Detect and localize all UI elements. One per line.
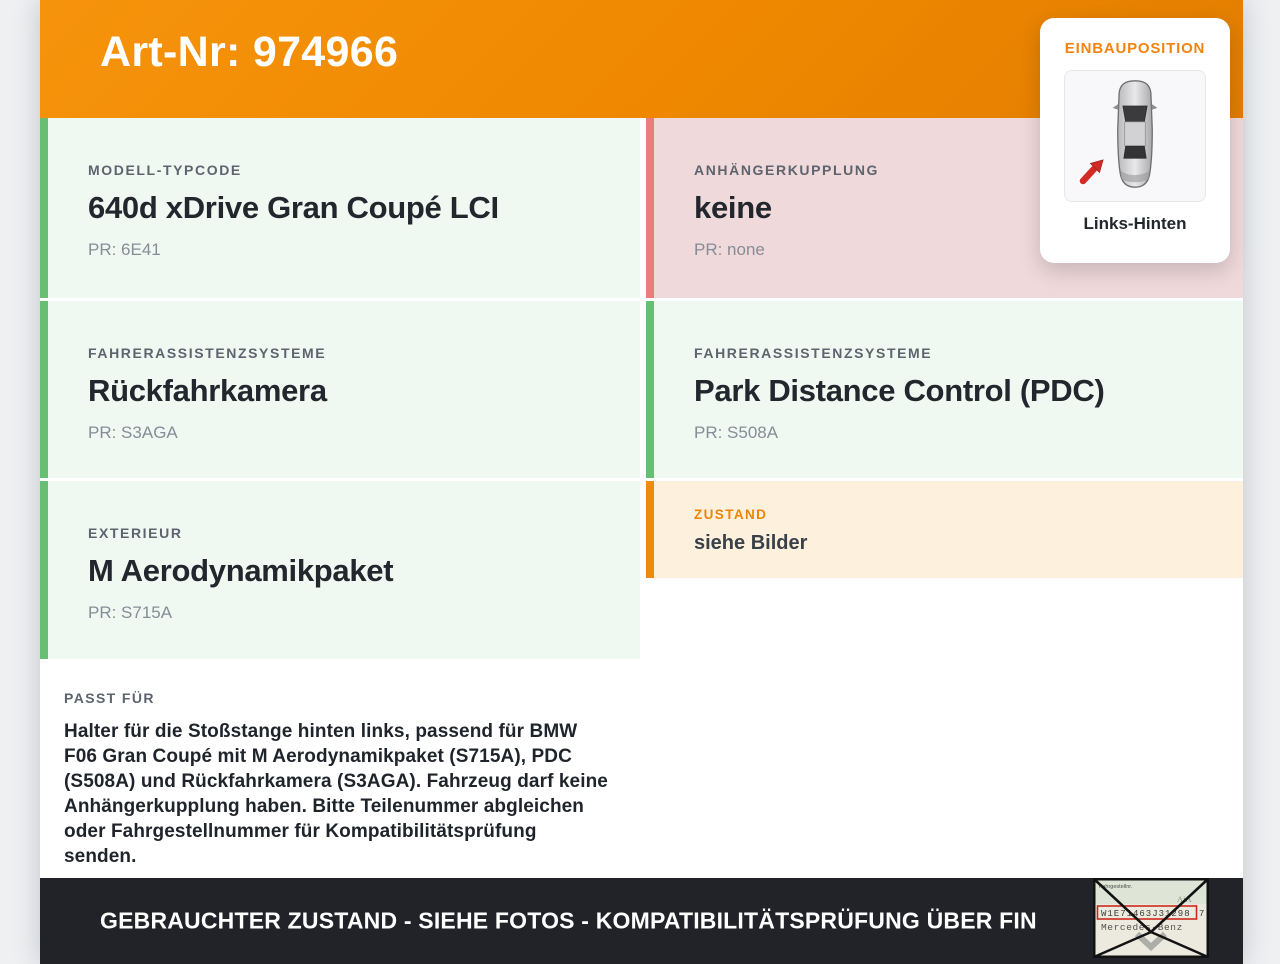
card-modell-typcode: MODELL-TYPCODE 640d xDrive Gran Coupé LC… [40,118,640,298]
einbauposition-card: EINBAUPOSITION [1040,18,1230,263]
listing-container: Art-Nr: 974966 EINBAUPOSITION [40,0,1243,964]
card-pr-code: PR: S715A [88,603,612,623]
footer-banner-text: GEBRAUCHTER ZUSTAND - SIEHE FOTOS - KOMP… [100,908,1037,935]
zustand-value: siehe Bilder [694,532,1215,555]
card-label: FAHRERASSISTENZSYSTEME [88,345,612,361]
position-arrow-icon [1077,156,1107,191]
passt-fuer-label: PASST FÜR [64,690,614,706]
einbauposition-value: Links-Hinten [1040,214,1230,234]
car-top-view-icon [1106,78,1164,195]
card-exterieur: EXTERIEUR M Aerodynamikpaket PR: S715A [40,481,640,659]
card-passt-fuer: PASST FÜR Halter für die Stoßstange hint… [40,662,640,875]
card-title: Park Distance Control (PDC) [694,373,1215,409]
footer-banner: GEBRAUCHTER ZUSTAND - SIEHE FOTOS - KOMP… [40,878,1243,964]
passt-fuer-text: Halter für die Stoßstange hinten links, … [64,719,614,869]
card-label: FAHRERASSISTENZSYSTEME [694,345,1215,361]
card-pr-code: PR: S3AGA [88,423,612,443]
card-title: M Aerodynamikpaket [88,553,612,589]
svg-text:W1E71463J31298: W1E71463J31298 [1101,909,1191,919]
card-park-distance-control: FAHRERASSISTENZSYSTEME Park Distance Con… [646,301,1243,478]
card-rueckfahrkamera: FAHRERASSISTENZSYSTEME Rückfahrkamera PR… [40,301,640,478]
card-label: EXTERIEUR [88,525,612,541]
card-title: 640d xDrive Gran Coupé LCI [88,190,612,226]
article-number-title: Art-Nr: 974966 [100,28,398,77]
zustand-label: ZUSTAND [694,507,1215,522]
einbauposition-image-box [1064,70,1206,202]
envelope-vehicle-document-icon: Fahrgestellnr. AiA W1E71463J31298 7 Merc… [1093,878,1209,958]
card-title: Rückfahrkamera [88,373,612,409]
card-pr-code: PR: 6E41 [88,240,612,260]
card-zustand: ZUSTAND siehe Bilder [646,481,1243,578]
einbauposition-label: EINBAUPOSITION [1040,40,1230,57]
card-label: MODELL-TYPCODE [88,162,612,178]
svg-text:7: 7 [1199,909,1204,919]
card-pr-code: PR: S508A [694,423,1215,443]
